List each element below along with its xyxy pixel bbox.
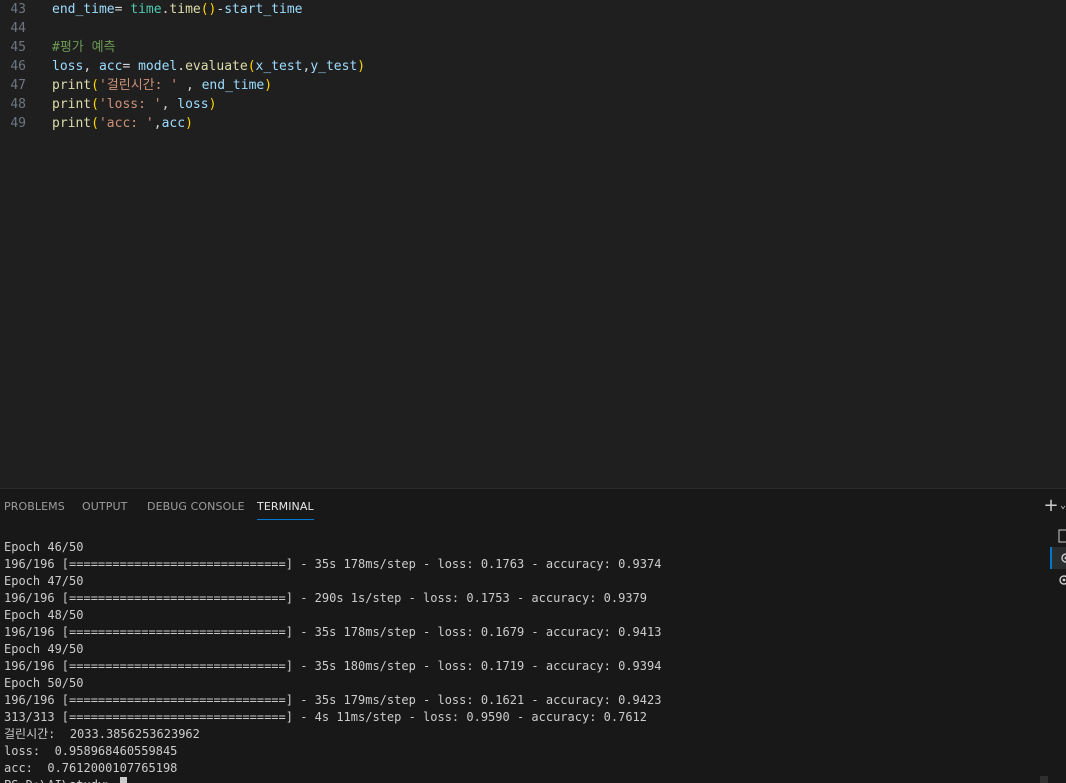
terminal-line: acc: 0.7612000107765198 [4,761,178,775]
code-token: ) [208,97,217,112]
line-number: 43 [10,2,26,17]
code-token: evaluate [185,59,248,74]
terminal-output[interactable]: Epoch 46/50 196/196 [====================… [0,539,1048,783]
code-token: ( [247,59,256,74]
code-line[interactable]: 43 end_time= time.time()-start_time [0,0,1066,19]
terminal-line: 313/313 [==============================]… [4,710,647,724]
code-token: end_time [52,2,115,17]
code-text: #평가 예측 [52,38,116,57]
code-text: loss, acc= model.evaluate(x_test,y_test) [52,57,365,76]
code-text: end_time= time.time()-start_time [52,0,303,19]
code-token: x_test [255,59,303,74]
code-line[interactable]: 49 print('acc: ',acc) [0,114,1066,133]
code-token: print [52,78,92,93]
code-token: ) [264,78,273,93]
terminal-line: Epoch 49/50 [4,642,84,656]
code-token: 'loss: ' [98,97,162,112]
code-token: () [200,2,217,17]
line-number: 44 [10,21,26,36]
code-token: ( [91,97,99,112]
text-cursor [119,777,127,783]
tab-output[interactable]: OUTPUT [82,489,127,525]
code-token: time [169,2,201,17]
tab-debug-console[interactable]: DEBUG CONSOLE [147,489,245,525]
line-number: 48 [10,97,26,112]
code-token: ( [91,78,99,93]
code-text: print('걸린시간: ' , end_time) [52,76,272,95]
code-token: #평가 예측 [52,40,116,55]
terminal-line: 196/196 [==============================]… [4,659,662,673]
code-token: print [52,97,92,112]
terminal-line: loss: 0.958968460559845 [4,744,178,758]
terminal-line: Epoch 47/50 [4,574,84,588]
code-token: time [130,2,162,17]
code-token: loss [52,59,84,74]
panel-tabs: PROBLEMS OUTPUT DEBUG CONSOLE TERMINAL [0,489,1066,525]
active-tab-indicator [257,519,314,520]
code-token: acc [98,59,123,74]
terminal-line: 걸린시간: 2033.3856253623962 [4,727,200,741]
tab-problems[interactable]: PROBLEMS [4,489,65,525]
code-text: print('loss: ', loss) [52,95,216,114]
code-line[interactable]: 46 loss, acc= model.evaluate(x_test,y_tes… [0,57,1066,76]
terminal-instance-item[interactable] [1050,525,1066,547]
code-token: '걸린시간: ' [98,78,179,93]
tab-label: OUTPUT [82,500,128,513]
code-token: , [153,116,162,131]
line-number: 45 [10,40,26,55]
code-token: start_time [224,2,303,17]
terminal-scrollbar[interactable] [1040,776,1048,783]
code-line[interactable]: 48 print('loss: ', loss) [0,95,1066,114]
new-terminal-button[interactable]: + [1042,497,1060,515]
terminal-line: 196/196 [==============================]… [4,693,662,707]
code-token: , [83,59,99,74]
code-line[interactable]: 45 #평가 예측 [0,38,1066,57]
terminal-line: Epoch 50/50 [4,676,84,690]
terminal-prompt-line[interactable]: PS D:\AI\study> [4,777,127,783]
tab-label: PROBLEMS [4,500,65,513]
bottom-panel: PROBLEMS OUTPUT DEBUG CONSOLE TERMINAL + ⌄ … [0,488,1066,783]
code-token: ) [185,116,193,131]
tab-terminal[interactable]: TERMINAL [257,489,314,525]
code-token: ) [357,59,366,74]
code-text: print('acc: ',acc) [52,114,193,133]
code-token: end_time [201,78,265,93]
vscode-window: 43 end_time= time.time()-start_time 44 45 #평… [0,0,1066,783]
chevron-down-icon[interactable]: ⌄ [1060,497,1066,515]
terminal-prompt: PS D:\AI\study> [4,778,120,783]
code-token: 'acc: ' [98,116,154,131]
code-token: loss [177,97,209,112]
code-token: y_test [310,59,358,74]
code-token: print [52,116,92,131]
code-editor[interactable]: 43 end_time= time.time()-start_time 44 45 #평… [0,0,1066,488]
terminal-line: Epoch 48/50 [4,608,84,622]
code-token: . [177,59,186,74]
line-number: 47 [10,78,26,93]
code-token: = [114,2,131,17]
tab-label: TERMINAL [257,500,314,513]
code-token: = [122,59,139,74]
code-token: , [178,78,202,93]
tab-label: DEBUG CONSOLE [147,500,245,513]
code-token: acc [161,116,186,131]
line-number: 46 [10,59,26,74]
code-token: model [138,59,178,74]
code-line[interactable]: 47 print('걸린시간: ' , end_time) [0,76,1066,95]
terminal-instance-item[interactable] [1050,569,1066,591]
terminal-instance-list [1050,525,1066,783]
code-line[interactable]: 44 [0,19,1066,38]
line-number: 49 [10,116,26,131]
terminal-line: Epoch 46/50 [4,540,84,554]
code-token: ( [91,116,99,131]
terminal-line: 196/196 [==============================]… [4,591,647,605]
terminal-line: 196/196 [==============================]… [4,625,662,639]
terminal-line: 196/196 [==============================]… [4,557,662,571]
code-token: , [161,97,178,112]
terminal-instance-item[interactable] [1050,547,1066,569]
